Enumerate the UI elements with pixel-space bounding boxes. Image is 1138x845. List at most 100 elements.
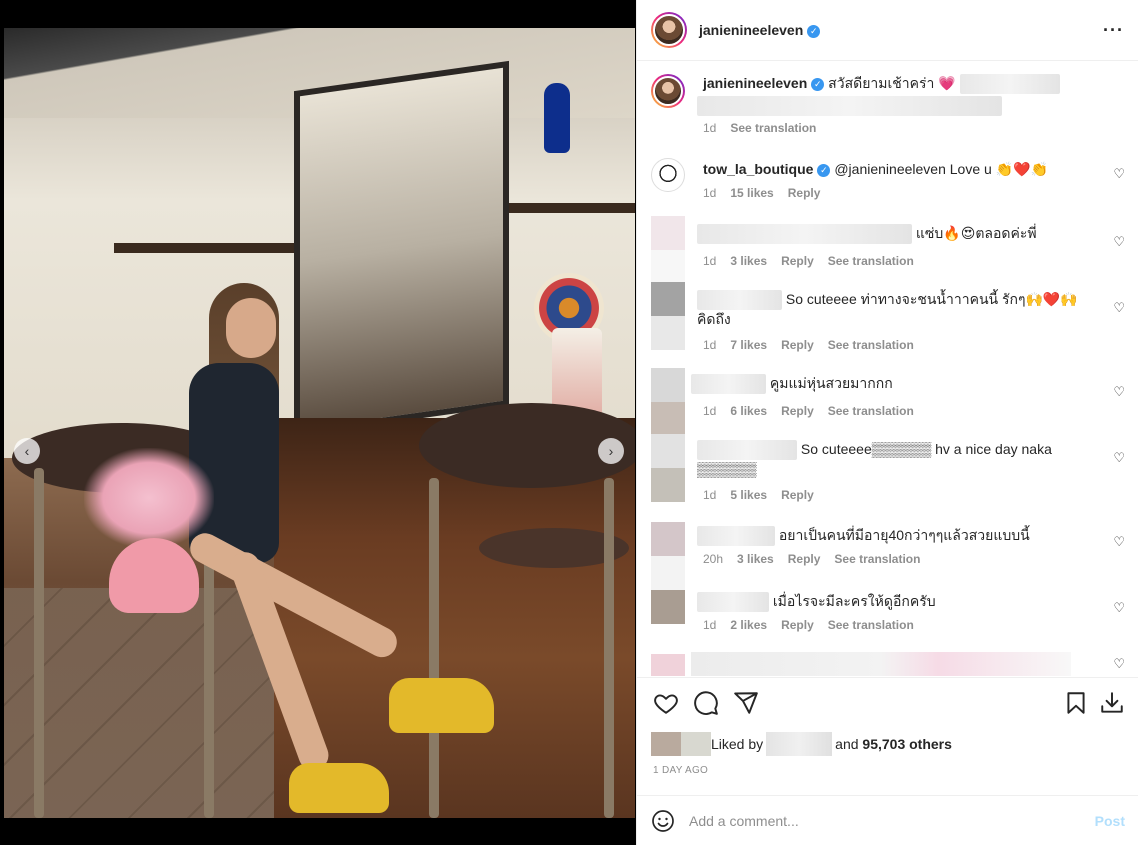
heart-icon[interactable]: ♡ xyxy=(1113,234,1125,250)
reply-button[interactable]: Reply xyxy=(781,488,814,502)
comment-input[interactable] xyxy=(689,812,1095,829)
post-photo[interactable]: ‹ › xyxy=(4,28,635,818)
avatar[interactable] xyxy=(651,216,685,284)
comment-likes[interactable]: 5 likes xyxy=(730,488,767,502)
photo-stool-leg xyxy=(429,478,439,818)
photo-shelf xyxy=(114,243,294,253)
avatar[interactable] xyxy=(651,522,685,590)
avatar[interactable] xyxy=(651,158,685,192)
comment-text: @janienineeleven Love u 👏❤️👏 xyxy=(834,161,1048,177)
comment-text: คูมแม่หุ่นสวยมากกก xyxy=(769,375,893,391)
verified-badge-icon: ✓ xyxy=(807,25,821,38)
redacted-text xyxy=(697,224,912,245)
post-header: janienineeleven ✓ ··· xyxy=(637,0,1138,61)
comment-icon[interactable] xyxy=(693,690,719,716)
reply-button[interactable]: Reply xyxy=(781,254,814,268)
reply-button[interactable]: Reply xyxy=(788,552,821,566)
caption-age: 1d xyxy=(703,121,717,135)
comment-body: tow_la_boutique ✓ @janienineeleven Love u… xyxy=(703,160,1101,178)
avatar[interactable] xyxy=(651,282,685,350)
comment-likes[interactable]: 2 likes xyxy=(730,618,767,632)
comment-text: เมื่อไรจะมีละครให้ดูอีกครับ xyxy=(772,593,936,609)
photo-feathers xyxy=(84,448,214,548)
like-heart-icon[interactable] xyxy=(653,690,679,716)
reply-button[interactable]: Reply xyxy=(788,186,821,200)
heart-icon[interactable]: ♡ xyxy=(1113,300,1125,316)
author-username[interactable]: janienineeleven ✓ xyxy=(699,22,821,38)
post-timestamp[interactable]: 1 DAY AGO xyxy=(653,765,708,776)
share-icon[interactable] xyxy=(733,690,759,716)
photo-mirror xyxy=(294,60,509,437)
caption-text: สวัสดียามเช้าคร่า 💗 xyxy=(828,75,956,91)
reply-button[interactable]: Reply xyxy=(781,618,814,632)
comment-composer: Post xyxy=(637,795,1138,845)
post-button[interactable]: Post xyxy=(1095,813,1125,829)
more-options-icon[interactable]: ··· xyxy=(1103,20,1124,41)
avatar[interactable] xyxy=(651,654,685,676)
comments-list: janienineeleven ✓ สวัสดียามเช้าคร่า 💗 1d … xyxy=(637,62,1138,676)
comment-age: 1d xyxy=(703,186,717,200)
avatar[interactable] xyxy=(651,12,687,48)
liked-by: Liked by and 95,703 others xyxy=(651,732,952,756)
comment-age: 1d xyxy=(703,338,717,352)
comment-likes[interactable]: 6 likes xyxy=(730,404,767,418)
comment-age: 1d xyxy=(703,618,717,632)
comment-text: So cuteeee ท่าทางจะชนน้ำาาคนนี้ รักๆ🙌❤️🙌 xyxy=(785,291,1078,307)
likes-count[interactable]: 95,703 others xyxy=(862,736,952,752)
see-translation-link[interactable]: See translation xyxy=(730,121,816,135)
comment-body: อยาเป็นคนที่มีอายุ40กว่าๆๆแล้วสวยแบบนี้ xyxy=(697,526,1101,547)
avatar[interactable] xyxy=(651,74,685,108)
avatar[interactable] xyxy=(651,368,685,436)
redacted-text xyxy=(691,374,766,395)
see-translation-link[interactable]: See translation xyxy=(828,404,914,418)
emoji-icon[interactable] xyxy=(651,809,675,833)
verified-badge-icon: ✓ xyxy=(811,78,825,91)
see-translation-link[interactable]: See translation xyxy=(828,338,914,352)
avatar[interactable] xyxy=(651,590,685,624)
liked-by-and: and xyxy=(835,736,859,752)
heart-icon[interactable]: ♡ xyxy=(1113,450,1125,466)
comment-username[interactable]: tow_la_boutique xyxy=(703,161,813,177)
photo-stool-leg xyxy=(604,478,614,818)
post-panel: janienineeleven ✓ ··· janienineeleven ✓ สว… xyxy=(636,0,1138,845)
reply-button[interactable]: Reply xyxy=(781,338,814,352)
comment-age: 20h xyxy=(703,552,724,566)
photo-shoe xyxy=(389,678,494,733)
heart-icon[interactable]: ♡ xyxy=(1113,534,1125,550)
comment-likes[interactable]: 3 likes xyxy=(730,254,767,268)
heart-icon[interactable]: ♡ xyxy=(1113,600,1125,616)
carousel-prev-button[interactable]: ‹ xyxy=(14,438,40,464)
comment-likes[interactable]: 7 likes xyxy=(730,338,767,352)
carousel-next-button[interactable]: › xyxy=(598,438,624,464)
comment-meta: 1d 5 likes Reply xyxy=(703,488,814,502)
caption-username[interactable]: janienineeleven xyxy=(703,75,807,91)
heart-icon[interactable]: ♡ xyxy=(1113,656,1125,672)
comment-likes[interactable]: 15 likes xyxy=(730,186,773,200)
heart-icon[interactable]: ♡ xyxy=(1113,384,1125,400)
comment-meta: 1d 3 likes Reply See translation xyxy=(703,254,914,268)
see-translation-link[interactable]: See translation xyxy=(828,618,914,632)
caption-redacted-line xyxy=(697,96,1002,116)
see-translation-link[interactable]: See translation xyxy=(834,552,920,566)
comment-meta: 1d 7 likes Reply See translation xyxy=(703,338,914,352)
download-icon[interactable] xyxy=(1099,690,1125,716)
comment-text-line2: คิดถึง xyxy=(697,311,731,328)
photo-vase xyxy=(544,83,570,153)
liker-avatar[interactable] xyxy=(681,732,711,756)
comment-likes[interactable]: 3 likes xyxy=(737,552,774,566)
heart-icon[interactable]: ♡ xyxy=(1113,166,1125,182)
comment-age: 1d xyxy=(703,254,717,268)
liker-avatar[interactable] xyxy=(651,732,681,756)
redacted-text xyxy=(697,440,797,461)
avatar[interactable] xyxy=(651,434,685,502)
reply-button[interactable]: Reply xyxy=(781,404,814,418)
comment-body: So cuteeee ท่าทางจะชนน้ำาาคนนี้ รักๆ🙌❤️🙌… xyxy=(697,290,1101,328)
comment-meta: 1d 6 likes Reply See translation xyxy=(703,404,914,418)
comment-meta: 1d 15 likes Reply xyxy=(703,186,820,200)
post-modal: ‹ › janienineeleven ✓ ··· janienineeleven… xyxy=(0,0,1138,845)
comment-text: So cuteeee▒▒▒▒▒▒ hv a nice day naka xyxy=(800,441,1052,457)
bookmark-icon[interactable] xyxy=(1063,690,1089,716)
comment-text: อยาเป็นคนที่มีอายุ40กว่าๆๆแล้วสวยแบบนี้ xyxy=(778,527,1030,543)
caption-meta: 1d See translation xyxy=(703,121,816,135)
see-translation-link[interactable]: See translation xyxy=(828,254,914,268)
